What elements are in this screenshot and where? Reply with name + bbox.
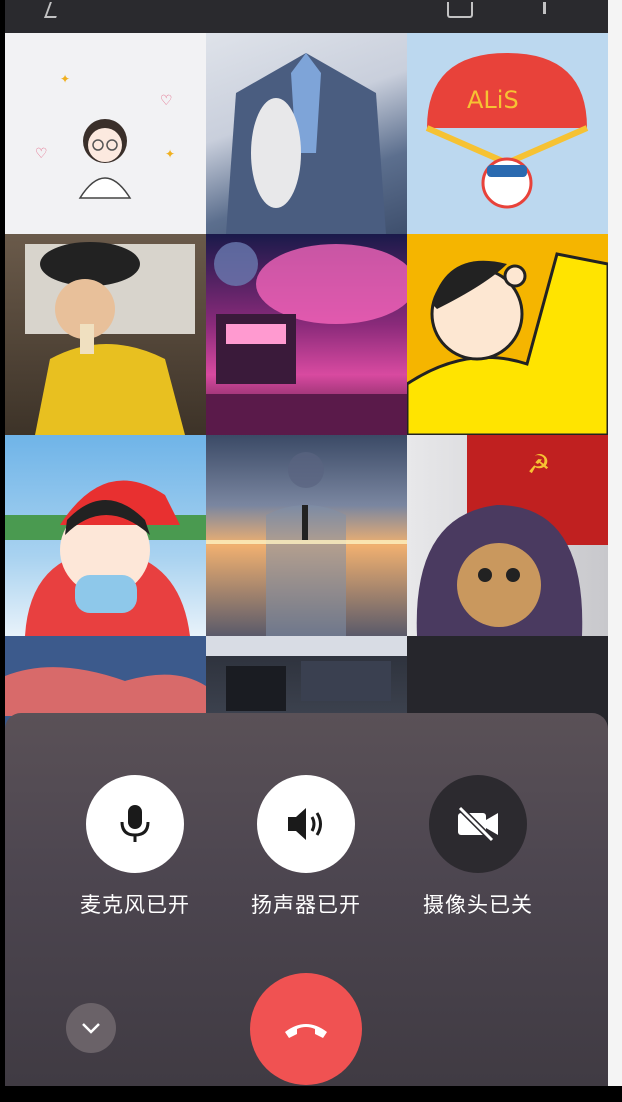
avatar: ALiS	[425, 53, 589, 209]
svg-text:✦: ✦	[165, 147, 175, 161]
avatar	[206, 452, 407, 636]
avatar: ☭	[416, 435, 608, 636]
participant-tile[interactable]	[5, 435, 206, 636]
speaker-label: 扬声器已开	[251, 893, 361, 917]
svg-text:♡: ♡	[35, 146, 48, 162]
call-controls-panel: 麦克风已开 扬声器已开 摄像头已关	[5, 713, 608, 1102]
svg-text:✦: ✦	[60, 72, 70, 86]
speaker-icon	[288, 808, 322, 840]
participant-tile[interactable]	[5, 234, 206, 435]
svg-text:ALiS: ALiS	[467, 86, 519, 114]
participant-tile[interactable]	[206, 33, 407, 234]
participant-tile[interactable]	[206, 234, 407, 435]
avatar	[25, 242, 195, 435]
avatar: ♡ ♡ ✦ ✦	[35, 72, 175, 199]
microphone-toggle[interactable]: 麦克风已开	[75, 775, 195, 919]
call-screen: ♡ ♡ ✦ ✦ ALiS ☭ 麦克风已开 扬声器已开 摄像头已关	[5, 0, 608, 1102]
participant-tile[interactable]: ☭	[407, 435, 608, 636]
participant-tile[interactable]	[407, 234, 608, 435]
participant-tile[interactable]	[206, 435, 407, 636]
add-member-icon[interactable]	[447, 2, 473, 18]
chevron-down-icon	[82, 1023, 100, 1034]
participant-tile[interactable]: ♡ ♡ ✦ ✦	[5, 33, 206, 234]
avatar	[407, 252, 608, 435]
camera-label: 摄像头已关	[423, 893, 533, 917]
microphone-button[interactable]	[86, 775, 184, 873]
avatar	[5, 480, 206, 636]
camera-off-icon	[457, 805, 498, 843]
participant-grid: ♡ ♡ ✦ ✦ ALiS ☭	[5, 33, 608, 837]
top-bar	[5, 0, 608, 33]
svg-text:☭: ☭	[527, 450, 550, 480]
avatar	[206, 242, 407, 435]
speaker-button[interactable]	[257, 775, 355, 873]
avatar	[226, 53, 386, 234]
speaker-toggle[interactable]: 扬声器已开	[246, 775, 366, 919]
hang-up-button[interactable]	[250, 973, 362, 1085]
participant-tile[interactable]: ALiS	[407, 33, 608, 234]
microphone-icon	[120, 805, 150, 842]
more-icon[interactable]	[543, 2, 546, 14]
minimize-icon[interactable]	[44, 2, 62, 18]
microphone-label: 麦克风已开	[80, 893, 190, 917]
collapse-button[interactable]	[66, 1003, 116, 1053]
screen-edge	[608, 0, 622, 1102]
camera-button[interactable]	[429, 775, 527, 873]
svg-text:♡: ♡	[160, 93, 173, 109]
camera-toggle[interactable]: 摄像头已关	[418, 775, 538, 919]
hang-up-icon	[285, 1024, 327, 1038]
bottom-bar	[0, 1086, 622, 1102]
